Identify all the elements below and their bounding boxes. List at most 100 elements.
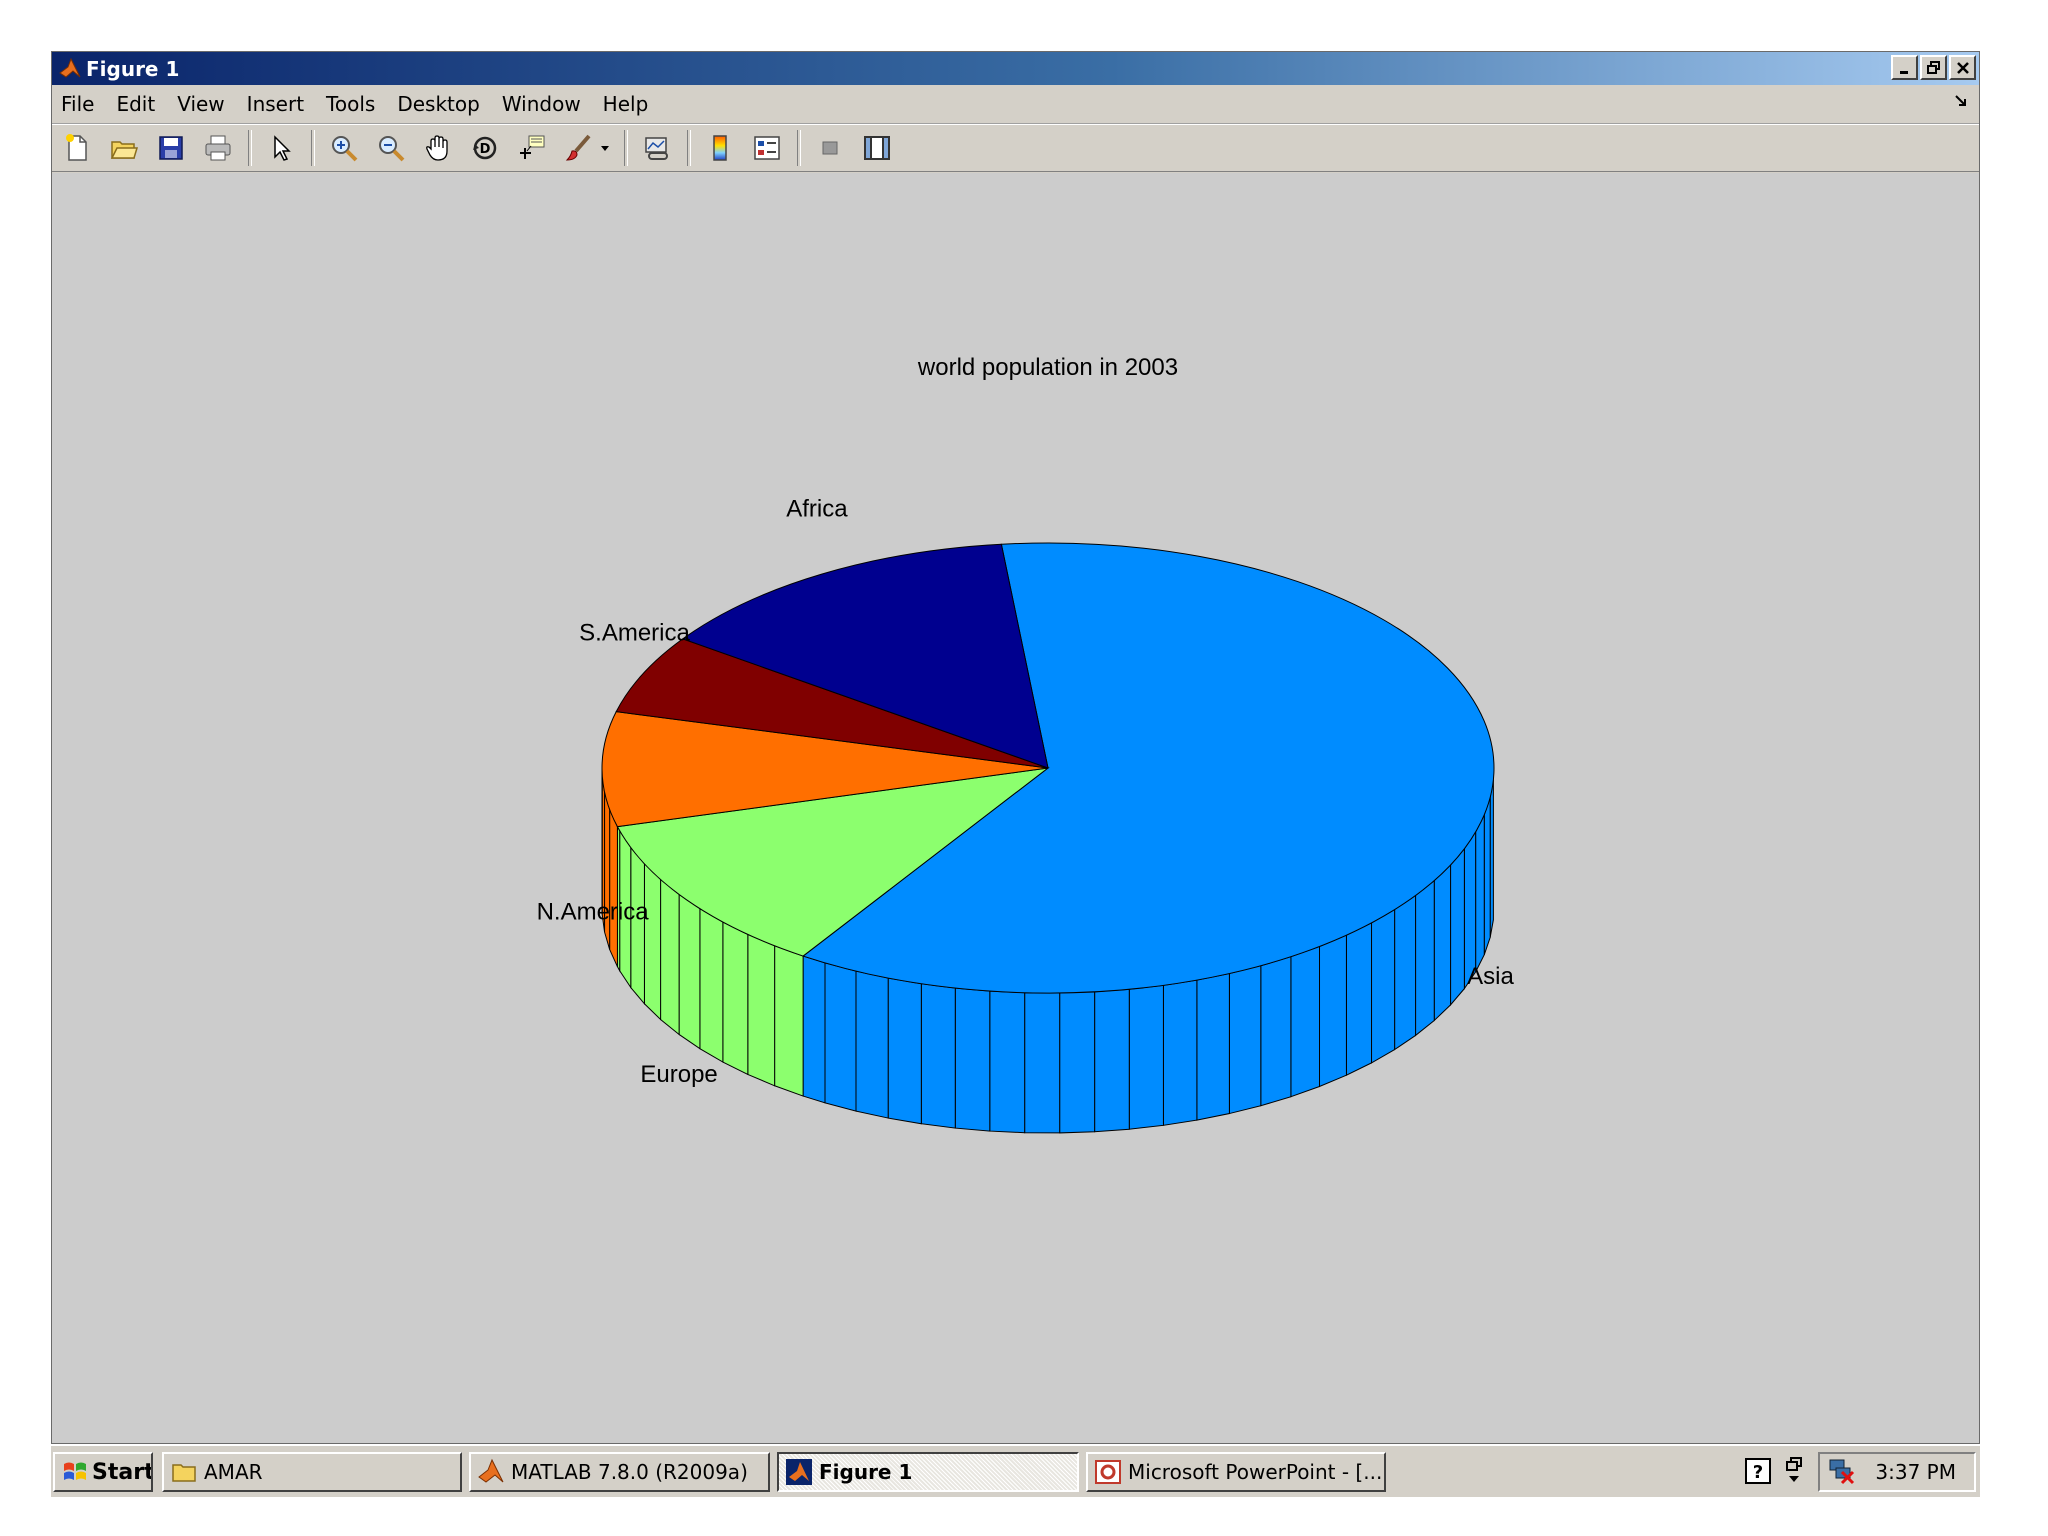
menu-bar: File Edit View Insert Tools Desktop Wind… bbox=[52, 85, 1979, 124]
pie-side-asia bbox=[1345, 922, 1373, 1077]
clock: 3:37 PM bbox=[1875, 1460, 1956, 1484]
toolbar-separator bbox=[248, 130, 252, 166]
zoom-in-button[interactable] bbox=[325, 130, 363, 166]
zoom-out-button[interactable] bbox=[372, 130, 410, 166]
edit-plot-button[interactable] bbox=[262, 130, 300, 166]
title-bar[interactable]: Figure 1 bbox=[52, 52, 1979, 85]
pie-chart[interactable]: world population in 2003 Asia Europe N.Ame… bbox=[52, 173, 1979, 1443]
open-folder-icon bbox=[110, 141, 139, 159]
taskbar-item-amar[interactable]: AMAR bbox=[162, 1452, 462, 1492]
toolbar-separator bbox=[311, 130, 315, 166]
pie-side-europe bbox=[774, 945, 804, 1097]
pie-side-europe bbox=[630, 846, 645, 1006]
pie-side-asia bbox=[1415, 879, 1435, 1037]
pie-side-asia bbox=[1260, 956, 1292, 1107]
new-figure-button[interactable] bbox=[58, 130, 96, 166]
menu-tools[interactable]: Tools bbox=[315, 92, 386, 116]
pie-side-asia bbox=[1128, 984, 1164, 1130]
restore-button[interactable] bbox=[1920, 55, 1947, 80]
link-plot-icon bbox=[645, 137, 668, 160]
pie-side-asia bbox=[887, 977, 922, 1125]
print-icon bbox=[205, 135, 231, 161]
pie-side-europe bbox=[699, 907, 724, 1063]
chart-title: world population in 2003 bbox=[917, 354, 1178, 381]
powerpoint-icon bbox=[1095, 1460, 1121, 1484]
show-plot-tools-button[interactable] bbox=[858, 130, 896, 166]
pie-side-asia bbox=[1319, 934, 1347, 1088]
toolbar-separator bbox=[624, 130, 628, 166]
data-cursor-icon bbox=[520, 135, 545, 159]
pie-side-asia bbox=[1162, 979, 1198, 1126]
slice-label: Africa bbox=[786, 496, 848, 523]
folder-icon bbox=[172, 1464, 196, 1482]
pie-side-europe bbox=[678, 893, 701, 1050]
figure-toolbar: D bbox=[52, 124, 1979, 172]
network-disconnected-icon[interactable] bbox=[1826, 1456, 1856, 1486]
slice-label: Europe bbox=[640, 1061, 717, 1088]
task-label: Figure 1 bbox=[819, 1460, 913, 1484]
pie-side-europe bbox=[722, 921, 749, 1076]
insert-colorbar-button[interactable] bbox=[701, 130, 739, 166]
task-label: AMAR bbox=[204, 1460, 263, 1484]
close-button[interactable] bbox=[1949, 55, 1976, 80]
save-figure-button[interactable] bbox=[152, 130, 190, 166]
data-cursor-button[interactable] bbox=[513, 130, 551, 166]
restore-icon bbox=[1926, 60, 1940, 74]
hide-plot-tools-button[interactable] bbox=[811, 130, 849, 166]
pointer-icon bbox=[274, 135, 291, 161]
menu-view[interactable]: View bbox=[166, 92, 235, 116]
link-plot-button[interactable] bbox=[638, 130, 676, 166]
pie-side-asia bbox=[1394, 894, 1417, 1051]
pie-side-asia bbox=[1094, 988, 1130, 1133]
menu-edit[interactable]: Edit bbox=[105, 92, 166, 116]
taskbar-item-figure-1[interactable]: Figure 1 bbox=[777, 1452, 1079, 1492]
menu-desktop[interactable]: Desktop bbox=[386, 92, 490, 116]
matlab-logo-icon bbox=[59, 57, 81, 78]
colorbar-icon bbox=[713, 135, 727, 161]
pie-side-asia bbox=[989, 990, 1026, 1134]
rotate-3d-button[interactable]: D bbox=[466, 130, 504, 166]
brush-dropdown-arrow[interactable] bbox=[598, 130, 612, 166]
chevron-down-icon bbox=[601, 146, 609, 151]
menu-insert[interactable]: Insert bbox=[236, 92, 315, 116]
taskbar: Start AMAR MATLAB 7.8.0 (R2009a) Figure … bbox=[51, 1444, 1980, 1497]
start-button[interactable]: Start bbox=[53, 1452, 153, 1492]
figure-window: Figure 1 File Edit View Insert Tools Des… bbox=[51, 51, 1980, 1444]
taskbar-item-matlab[interactable]: MATLAB 7.8.0 (R2009a) bbox=[469, 1452, 770, 1492]
restore-tray-icon[interactable] bbox=[1779, 1456, 1809, 1486]
pie-side-asia bbox=[1483, 797, 1491, 955]
pie-side-asia bbox=[1371, 908, 1396, 1064]
svg-text:D: D bbox=[480, 142, 491, 157]
menu-window[interactable]: Window bbox=[491, 92, 592, 116]
help-icon[interactable]: ? bbox=[1743, 1456, 1773, 1486]
pie-side-europe bbox=[660, 878, 680, 1036]
pie-side-asia bbox=[855, 970, 889, 1119]
pie-side-europe bbox=[643, 862, 662, 1021]
pie-side-asia bbox=[802, 955, 826, 1104]
task-label: MATLAB 7.8.0 (R2009a) bbox=[511, 1460, 748, 1484]
menu-file[interactable]: File bbox=[52, 92, 105, 116]
open-file-button[interactable] bbox=[105, 130, 143, 166]
taskbar-item-powerpoint[interactable]: Microsoft PowerPoint - [... bbox=[1086, 1452, 1386, 1492]
slice-label: N.America bbox=[537, 899, 650, 926]
insert-legend-button[interactable] bbox=[748, 130, 786, 166]
svg-text:?: ? bbox=[1753, 1462, 1763, 1483]
pie-side-asia bbox=[1196, 972, 1230, 1121]
brush-button[interactable] bbox=[560, 130, 598, 166]
print-figure-button[interactable] bbox=[199, 130, 237, 166]
dock-arrow-icon[interactable] bbox=[1953, 93, 1969, 109]
minimize-button[interactable] bbox=[1891, 55, 1918, 80]
pie-side-asia bbox=[1024, 992, 1061, 1134]
pie-side-asia bbox=[1450, 847, 1465, 1007]
task-label: Microsoft PowerPoint - [... bbox=[1128, 1460, 1383, 1484]
figure-canvas[interactable]: world population in 2003 Asia Europe N.Ame… bbox=[52, 173, 1979, 1443]
pie-side-asia bbox=[920, 983, 956, 1129]
pan-button[interactable] bbox=[419, 130, 457, 166]
system-tray: 3:37 PM bbox=[1818, 1452, 1976, 1492]
slice-label: Asia bbox=[1467, 963, 1514, 990]
slice-label: S.America bbox=[579, 620, 690, 647]
new-file-icon bbox=[66, 134, 87, 161]
start-label: Start bbox=[92, 1459, 153, 1485]
pie-side-n-america bbox=[604, 791, 611, 950]
menu-help[interactable]: Help bbox=[592, 92, 660, 116]
